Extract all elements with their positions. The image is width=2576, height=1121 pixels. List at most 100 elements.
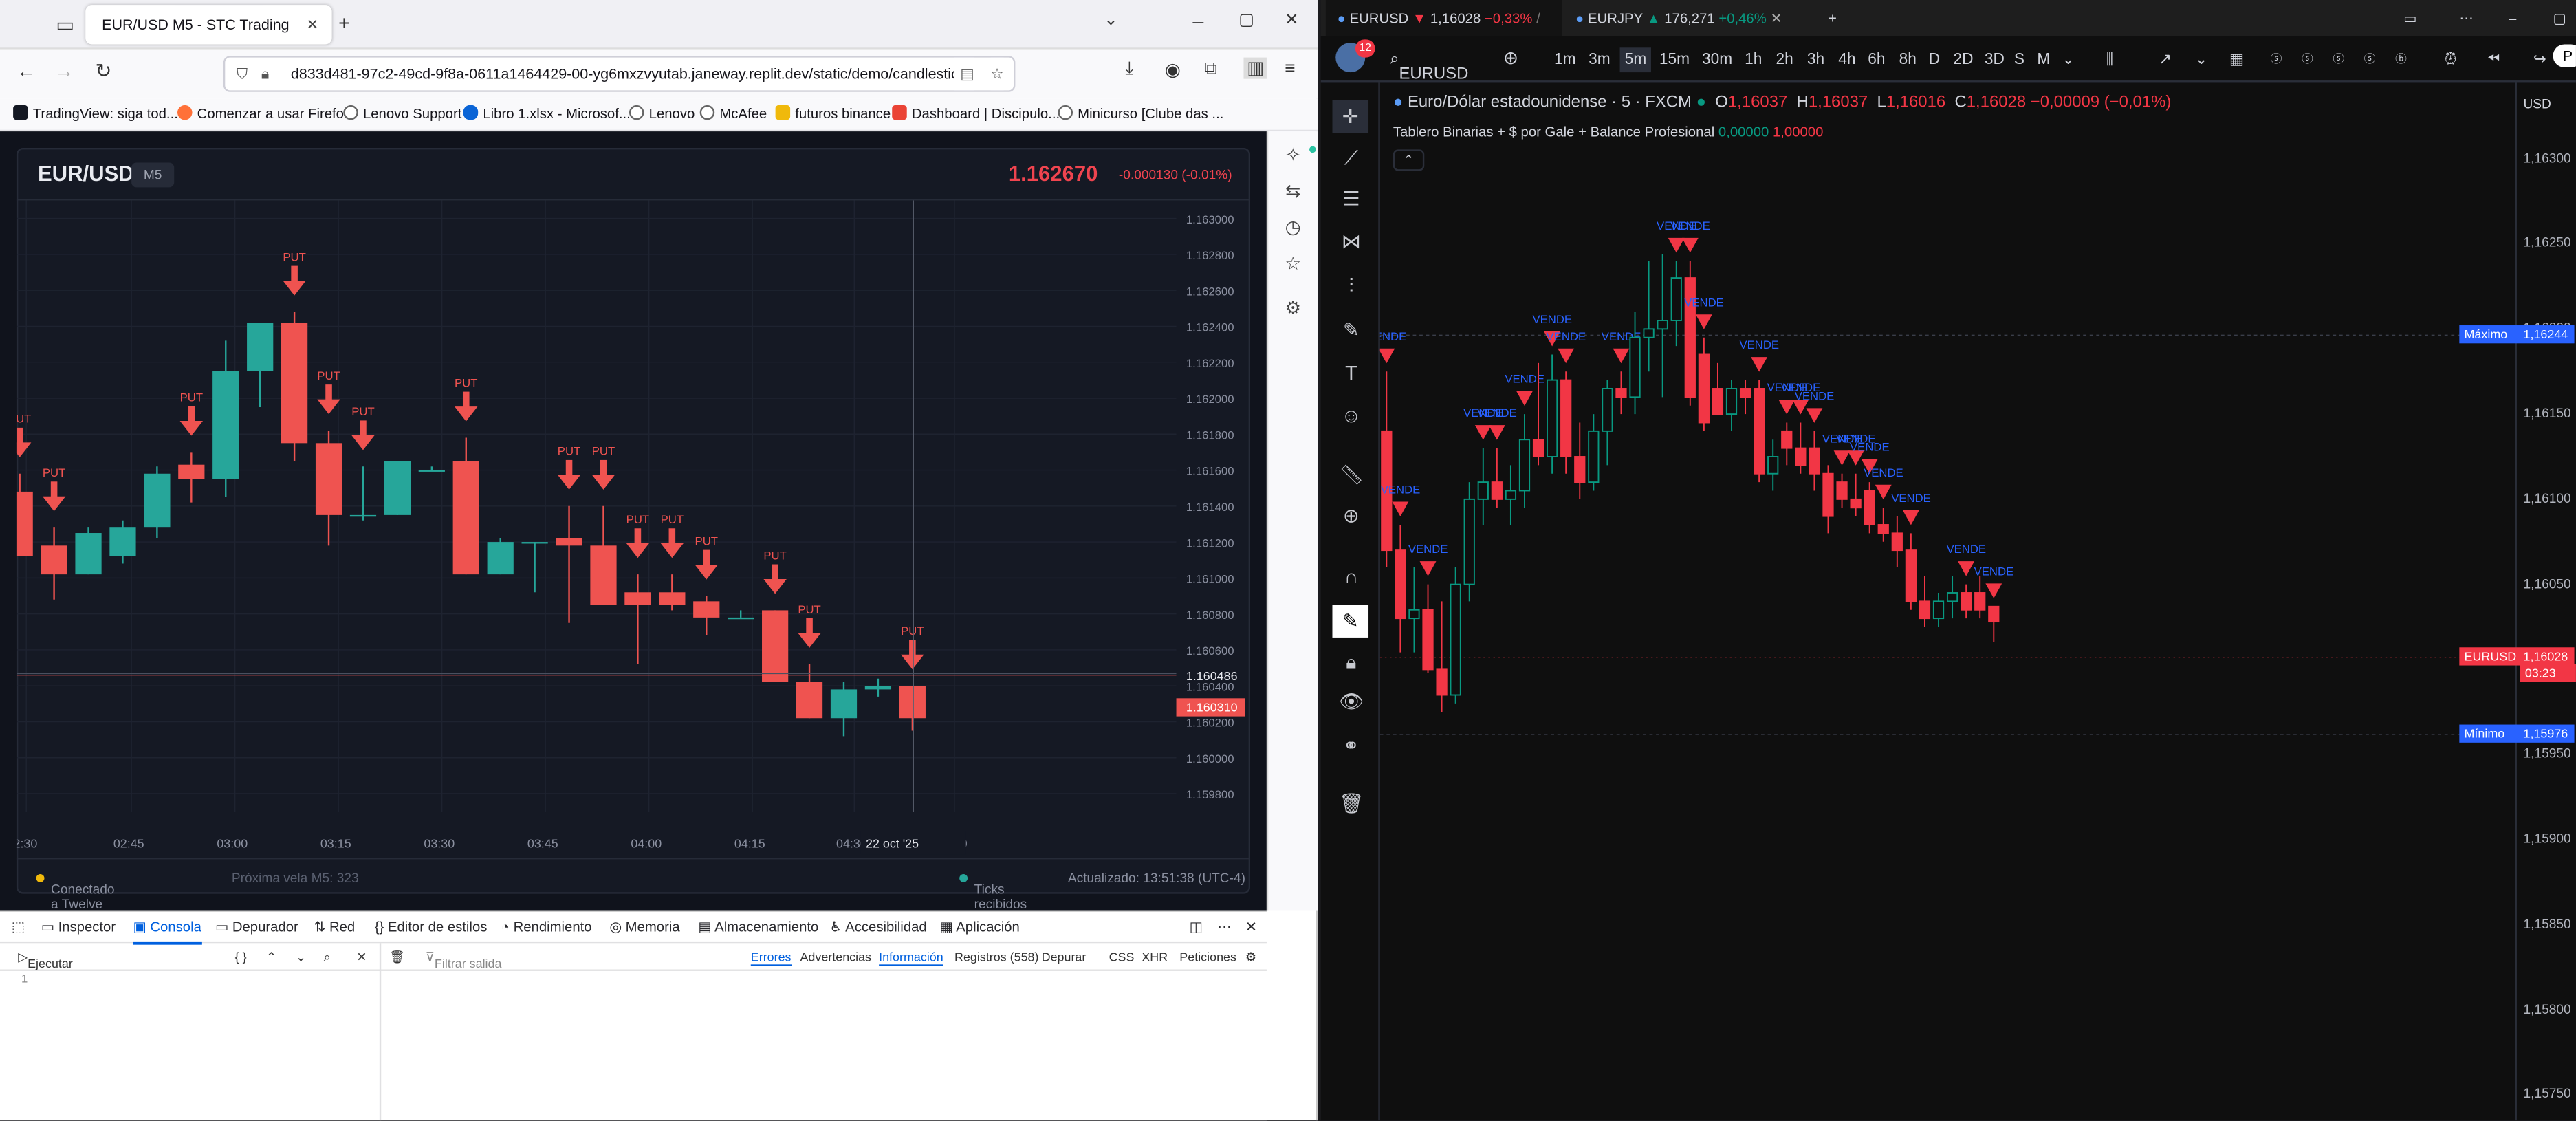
candle-body[interactable]	[1574, 456, 1586, 483]
ruler-icon[interactable]: 📏︎	[1339, 464, 1364, 488]
filter-info[interactable]: Información	[879, 950, 943, 966]
candle-body[interactable]	[1946, 592, 1958, 602]
trendline-icon[interactable]: ⟋	[1339, 146, 1364, 171]
candle-body[interactable]	[1491, 481, 1503, 500]
sidebar-toggle-icon[interactable]: ▥	[1243, 57, 1267, 79]
candle-body[interactable]	[1767, 456, 1779, 475]
filter-requests[interactable]: Peticiones	[1179, 950, 1236, 965]
candle-body[interactable]	[1422, 609, 1434, 671]
interval-2d[interactable]: 2D	[1954, 51, 1974, 69]
more-icon[interactable]: ⋯	[1217, 918, 1231, 936]
bookmark-item[interactable]: TradingView: siga tod...	[13, 105, 178, 122]
candle-body[interactable]	[109, 527, 136, 556]
url-bar[interactable]: ⛉ 🔒︎ d833d481-97c2-49cd-9f8a-0611a146442…	[223, 56, 1016, 92]
candle-body[interactable]	[1670, 277, 1682, 321]
tab-storage[interactable]: ▤ Almacenamiento	[698, 918, 818, 936]
filter-input[interactable]: ⊽ Filtrar salida	[426, 950, 502, 971]
candle-body[interactable]	[1850, 498, 1862, 509]
candle-body[interactable]	[1518, 439, 1531, 492]
candle-body[interactable]	[1961, 592, 1972, 611]
interval-2h[interactable]: 2h	[1776, 51, 1793, 69]
tab-debugger[interactable]: ▭ Depurador	[215, 918, 298, 936]
candle-body[interactable]	[1602, 388, 1613, 432]
candle-body[interactable]	[1919, 600, 1931, 620]
candle-body[interactable]	[1395, 549, 1406, 620]
bookmark-item[interactable]: futuros binance	[775, 105, 891, 122]
tab-console[interactable]: ▣ Consola	[133, 918, 201, 945]
close-window-icon[interactable]: ✕	[1285, 12, 1298, 30]
pretty-print-icon[interactable]: { }	[235, 950, 247, 965]
bookmark-item[interactable]: McAfee	[699, 105, 767, 122]
filter-debug[interactable]: Depurar	[1042, 950, 1087, 965]
close-tab-icon[interactable]: /	[1536, 10, 1540, 26]
s-button[interactable]: ⓢ	[2271, 51, 2282, 67]
tab-performance[interactable]: ◔ Rendimiento	[501, 918, 592, 935]
candle-body[interactable]	[144, 473, 171, 528]
close-tab-icon[interactable]: ✕	[306, 5, 318, 44]
redo-icon[interactable]: ↪	[2533, 51, 2546, 69]
run-button[interactable]: ▷ Ejecutar	[18, 950, 73, 971]
extensions-icon[interactable]: ⧉	[1204, 59, 1217, 80]
candle-body[interactable]	[624, 592, 651, 605]
candle-body[interactable]	[1822, 472, 1834, 517]
s-button[interactable]: ⓢ	[2302, 51, 2313, 67]
candle-body[interactable]	[1477, 481, 1489, 500]
interval-6h[interactable]: 6h	[1868, 51, 1885, 69]
back-icon[interactable]: ←	[17, 59, 36, 82]
tv-tab-eurjpy[interactable]: ● EURJPY ▲ 176,271 +0,46% ✕	[1564, 0, 1807, 36]
candle-body[interactable]	[75, 533, 102, 575]
candle-body[interactable]	[349, 514, 377, 517]
ai-chat-icon[interactable]: ✧	[1281, 144, 1304, 167]
eye-icon[interactable]: 👁︎	[1339, 690, 1364, 715]
candle-body[interactable]	[1877, 524, 1889, 534]
b-button[interactable]: ⓑ	[2395, 51, 2407, 67]
interval-s[interactable]: S	[2014, 51, 2024, 69]
fib-icon[interactable]: ☰	[1339, 187, 1364, 212]
candle-body[interactable]	[899, 686, 926, 719]
currency-label[interactable]: USD	[2524, 97, 2551, 112]
chevron-down-icon[interactable]: ⌄	[1104, 12, 1117, 30]
candle-body[interactable]	[1560, 379, 1572, 457]
filter-logs[interactable]: Registros (558)	[954, 950, 1039, 965]
candlestick-chart[interactable]: 1.163000 1.162800 1.162600 1.162400 1.162200…	[16, 200, 1250, 858]
tv-minimize-icon[interactable]: –	[2497, 0, 2516, 36]
candle-body[interactable]	[864, 686, 892, 690]
bookmark-item[interactable]: Lenovo	[629, 105, 695, 122]
candle-body[interactable]	[1588, 430, 1600, 483]
element-picker-icon[interactable]: ⬚	[12, 918, 25, 936]
interval-5m[interactable]: 5m	[1619, 47, 1652, 73]
bookmark-item[interactable]: Minicurso [Clube das ...	[1058, 105, 1223, 122]
close-tab-icon[interactable]: ✕	[1770, 10, 1782, 26]
s-button[interactable]: ⓢ	[2364, 51, 2376, 67]
candle-type-icon[interactable]: ⫼	[2106, 51, 2113, 69]
candle-body[interactable]	[1891, 532, 1903, 552]
url-text[interactable]: d833d481-97c2-49cd-9f8a-0611a1464429-00-…	[291, 66, 966, 83]
candle-body[interactable]	[1725, 388, 1738, 415]
candle-body[interactable]	[41, 545, 67, 575]
menu-icon[interactable]: ≡	[1285, 59, 1295, 79]
browser-tab[interactable]: EUR/USD M5 - STC Trading ✕	[85, 5, 332, 45]
candle-body[interactable]	[659, 592, 686, 605]
maximize-icon[interactable]: ▢	[1238, 12, 1254, 30]
chevron-down-icon[interactable]: ⌄	[2062, 51, 2075, 69]
timeframe-badge[interactable]: M5	[131, 162, 175, 188]
candle-body[interactable]	[247, 323, 274, 371]
candle-body[interactable]	[1408, 609, 1420, 620]
interval-1m[interactable]: 1m	[1554, 51, 1576, 69]
lock-icon[interactable]: 🔒︎	[261, 58, 269, 91]
candle-body[interactable]	[1547, 379, 1558, 457]
tv-layout-icon[interactable]: ▭	[2392, 0, 2416, 36]
magnet-icon[interactable]: ∩	[1339, 565, 1364, 590]
interval-d[interactable]: D	[1929, 51, 1940, 69]
candle-body[interactable]	[1795, 447, 1807, 466]
projection-icon[interactable]: ⫶	[1339, 274, 1364, 299]
candle-body[interactable]	[796, 682, 823, 719]
candle-body[interactable]	[315, 443, 342, 515]
candle-body[interactable]	[1905, 549, 1917, 602]
candle-body[interactable]	[693, 601, 720, 618]
arrow-down-icon[interactable]: ⌄	[296, 950, 306, 965]
filter-warnings[interactable]: Advertencias	[800, 950, 871, 965]
candle-body[interactable]	[590, 545, 617, 605]
close-devtools-icon[interactable]: ✕	[1245, 918, 1257, 936]
bookmark-item[interactable]: Libro 1.xlsx - Microsof...	[463, 105, 631, 122]
